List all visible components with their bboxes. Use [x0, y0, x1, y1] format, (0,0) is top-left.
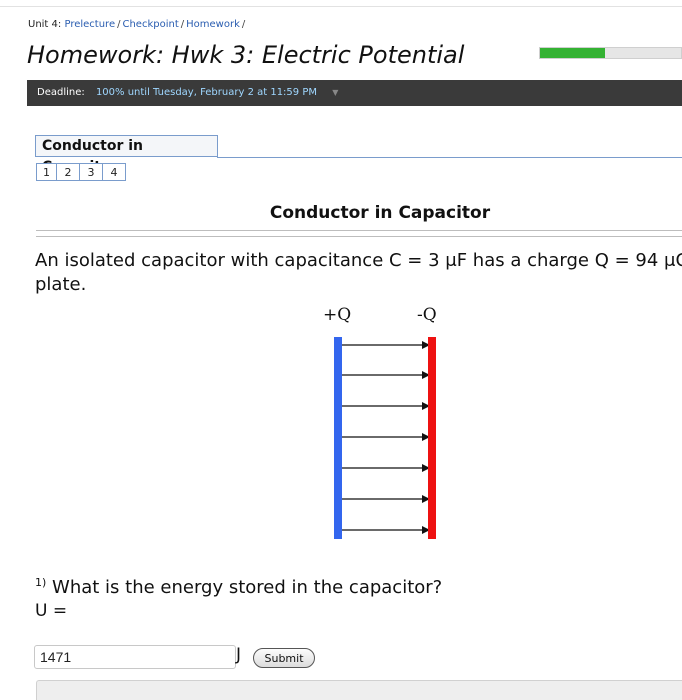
answer-unit: J: [236, 645, 242, 665]
question-1: 1) What is the energy stored in the capa…: [35, 576, 442, 598]
problem-tab[interactable]: Conductor in Capacitor: [35, 135, 218, 175]
negative-plate: [428, 337, 436, 539]
breadcrumb-separator: /: [117, 19, 121, 30]
tab-underline: [217, 157, 682, 158]
breadcrumb-prelecture-link[interactable]: Prelecture: [64, 19, 115, 30]
problem-statement: An isolated capacitor with capacitance C…: [35, 250, 682, 295]
question-number: 1): [35, 576, 47, 589]
answer-input[interactable]: [34, 645, 236, 669]
pager-page-3[interactable]: 3: [80, 163, 103, 181]
capacitor-diagram: [334, 337, 436, 539]
breadcrumb-separator: /: [241, 19, 246, 30]
submit-button[interactable]: Submit: [253, 648, 315, 668]
problem-pager: 1 2 3 4: [36, 163, 126, 181]
field-lines: [342, 341, 430, 534]
breadcrumb-separator: /: [180, 19, 185, 30]
page-title: Homework: Hwk 3: Electric Potential: [27, 41, 465, 69]
chevron-down-icon[interactable]: ▼: [332, 80, 338, 106]
breadcrumb-checkpoint-link[interactable]: Checkpoint: [122, 19, 178, 30]
pager-page-4[interactable]: 4: [103, 163, 126, 181]
divider: [36, 236, 682, 237]
deadline-bar: Deadline: 100% until Tuesday, February 2…: [27, 80, 682, 106]
pager-page-1[interactable]: 1: [36, 163, 57, 181]
answer-variable-label: U =: [35, 601, 68, 621]
top-divider: [0, 6, 682, 7]
positive-plate: [334, 337, 342, 539]
problem-title: Conductor in Capacitor: [269, 203, 491, 223]
progress-bar: [539, 47, 682, 59]
breadcrumb: Unit 4: Prelecture / Checkpoint / Homework /: [28, 19, 247, 30]
feedback-panel: [36, 680, 682, 700]
breadcrumb-homework-link[interactable]: Homework: [186, 19, 240, 30]
pager-page-2[interactable]: 2: [57, 163, 80, 181]
breadcrumb-prefix: Unit 4:: [28, 19, 62, 30]
progress-bar-fill: [540, 48, 605, 58]
question-text: What is the energy stored in the capacit…: [52, 577, 443, 598]
deadline-label: Deadline:: [37, 87, 85, 98]
deadline-value[interactable]: 100% until Tuesday, February 2 at 11:59 …: [96, 87, 317, 98]
divider: [36, 230, 682, 231]
